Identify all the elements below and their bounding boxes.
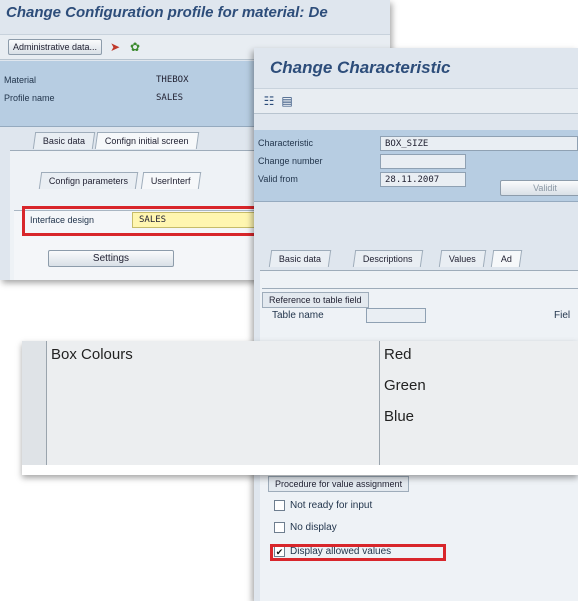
change-number-field[interactable] xyxy=(380,154,466,169)
no-display-checkbox[interactable] xyxy=(274,522,285,533)
value-cell[interactable] xyxy=(380,434,578,465)
values-table: Box Colours Red Green Blue xyxy=(22,341,578,475)
material-label: Material xyxy=(4,75,37,85)
validity-button[interactable]: Validit xyxy=(500,180,578,196)
reference-group-title: Reference to table field xyxy=(262,292,369,308)
characteristic-field[interactable]: BOX_SIZE xyxy=(380,136,578,151)
tab-descriptions[interactable]: Descriptions xyxy=(352,250,423,267)
tree-icon[interactable]: ☷ xyxy=(262,94,276,108)
characteristic-header: Characteristic BOX_SIZE Change number Va… xyxy=(254,130,578,202)
characteristic-cell[interactable]: Box Colours xyxy=(47,341,380,372)
table-name-label: Table name xyxy=(272,310,324,321)
row-selector[interactable] xyxy=(22,434,47,465)
classification-icon[interactable]: ✿ xyxy=(128,40,142,54)
characteristic-title: Change Characteristic xyxy=(270,58,451,77)
profile-name-value: SALES xyxy=(156,93,184,103)
interface-design-highlight xyxy=(22,206,262,236)
valid-from-label: Valid from xyxy=(258,174,298,184)
valid-from-value: 28.11.2007 xyxy=(385,175,440,185)
value-cell[interactable]: Red xyxy=(380,341,578,372)
characteristic-cell[interactable] xyxy=(47,434,380,465)
table-row[interactable]: Box Colours Red xyxy=(22,341,578,372)
table-icon[interactable]: ▤ xyxy=(280,94,294,108)
value-cell[interactable]: Green xyxy=(380,372,578,403)
procedure-group-title: Procedure for value assignment xyxy=(268,476,410,492)
tab-values[interactable]: Values xyxy=(438,250,487,267)
subtab-userinterf[interactable]: UserInterf xyxy=(140,172,201,189)
tab-additional-data[interactable]: Ad xyxy=(490,250,523,267)
not-ready-label: Not ready for input xyxy=(290,500,373,511)
table-row[interactable]: Blue xyxy=(22,403,578,434)
valid-from-field[interactable]: 28.11.2007 xyxy=(380,172,466,187)
subtab-confign-parameters[interactable]: Confign parameters xyxy=(38,172,139,189)
not-ready-checkbox[interactable] xyxy=(274,500,285,511)
characteristic-label: Characteristic xyxy=(258,138,314,148)
row-selector[interactable] xyxy=(22,341,47,372)
characteristic-cell[interactable] xyxy=(47,372,380,403)
value-cell[interactable]: Blue xyxy=(380,403,578,434)
characteristic-toolbar: ☷ ▤ xyxy=(254,88,578,114)
tab-basic-data[interactable]: Basic data xyxy=(268,250,332,267)
row-selector[interactable] xyxy=(22,372,47,403)
settings-button[interactable]: Settings xyxy=(48,250,174,267)
field-name-label: Fiel xyxy=(554,310,571,321)
object-links-icon[interactable]: ➤ xyxy=(108,40,122,54)
material-value: THEBOX xyxy=(156,75,189,85)
profile-name-label: Profile name xyxy=(4,93,55,103)
tab-confign-initial-screen[interactable]: Confign initial screen xyxy=(94,132,199,149)
characteristic-window: Change Characteristic ☷ ▤ Characteristic… xyxy=(254,48,578,601)
table-row[interactable]: Green xyxy=(22,372,578,403)
administrative-data-button[interactable]: Administrative data... xyxy=(8,39,103,55)
tab-basic-data[interactable]: Basic data xyxy=(32,132,96,149)
table-row[interactable] xyxy=(22,434,578,465)
display-allowed-highlight xyxy=(270,544,446,561)
no-display-label: No display xyxy=(290,522,337,533)
characteristic-value: BOX_SIZE xyxy=(385,139,429,149)
characteristic-cell[interactable] xyxy=(47,403,380,434)
table-name-field[interactable] xyxy=(366,308,426,323)
row-selector[interactable] xyxy=(22,403,47,434)
change-number-label: Change number xyxy=(258,156,323,166)
config-profile-title: Change Configuration profile for materia… xyxy=(6,4,328,21)
